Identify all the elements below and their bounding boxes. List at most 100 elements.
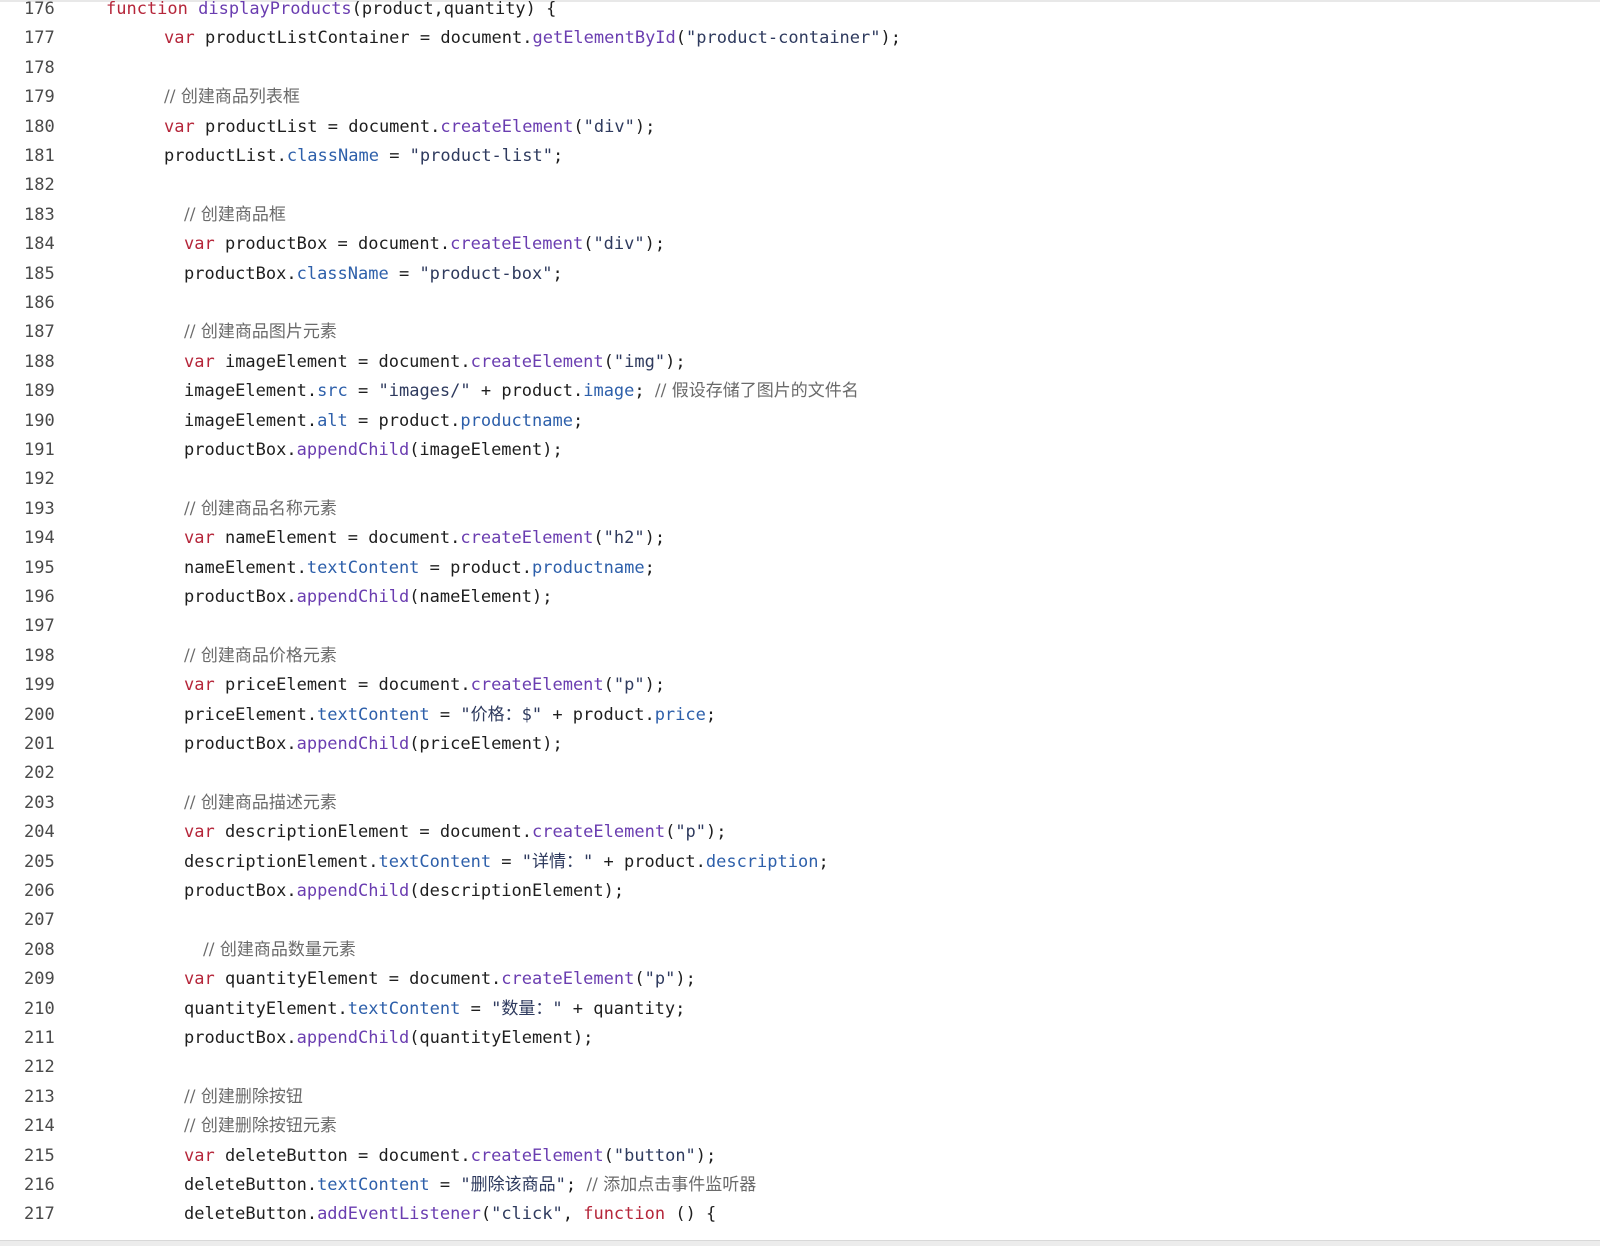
code-token: className [296, 263, 389, 284]
code-line[interactable]: 205 descriptionElement.textContent = "详情：… [0, 847, 1600, 877]
line-code: function displayProducts(product,quantit… [106, 0, 556, 24]
code-editor[interactable]: 176 function displayProducts(product,quan… [0, 0, 1600, 1246]
code-line[interactable]: 183 // 创建商品框 [0, 200, 1600, 230]
line-number: 217 [24, 1204, 55, 1225]
code-token: imageElement. [184, 381, 318, 402]
code-line[interactable]: 185 productBox.className = "product-box"; [0, 259, 1600, 289]
code-line[interactable]: 211 productBox.appendChild(quantityElemen… [0, 1023, 1600, 1053]
code-token: function [106, 0, 188, 19]
code-token: // 创建删除按钮 [184, 1086, 303, 1107]
code-line[interactable]: 197 [0, 611, 1600, 641]
code-token: ( [634, 969, 645, 990]
line-number: 190 [24, 410, 55, 431]
line-number: 198 [24, 645, 55, 666]
code-line[interactable]: 181 productList.className = "product-list… [0, 141, 1600, 171]
code-token: imageElement = document. [214, 351, 471, 372]
code-token: = [388, 263, 420, 284]
code-line[interactable]: 176 function displayProducts(product,quan… [0, 0, 1600, 24]
code-token: "click" [491, 1204, 563, 1225]
code-token: var [184, 234, 215, 255]
code-token: productBox. [184, 881, 297, 901]
code-line[interactable]: 202 [0, 758, 1600, 788]
code-token: + product. [593, 851, 706, 872]
code-line[interactable]: 217 deleteButton.addEventListener("click"… [0, 1199, 1600, 1229]
code-line[interactable]: 210 quantityElement.textContent = "数量：" +… [0, 994, 1600, 1024]
horizontal-scrollbar[interactable] [0, 1240, 1600, 1246]
code-line[interactable]: 216 deleteButton.textContent = "删除该商品"; /… [0, 1170, 1600, 1200]
line-code: var nameElement = document.createElement… [184, 523, 665, 553]
code-line[interactable]: 192 [0, 464, 1600, 494]
code-line[interactable]: 200 priceElement.textContent = "价格：$" + p… [0, 700, 1600, 730]
code-token: "数量：" [491, 998, 563, 1019]
code-line[interactable]: 214 // 创建删除按钮元素 [0, 1111, 1600, 1141]
code-line[interactable]: 187 // 创建商品图片元素 [0, 317, 1600, 347]
line-code: // 创建删除按钮元素 [184, 1111, 337, 1141]
code-token: nameElement = document. [214, 528, 461, 549]
code-token: var [184, 822, 215, 843]
code-line[interactable]: 203 // 创建商品描述元素 [0, 788, 1600, 818]
code-line[interactable]: 189 imageElement.src = "images/" + produc… [0, 376, 1600, 406]
code-line[interactable]: 198 // 创建商品价格元素 [0, 641, 1600, 671]
code-token: src [317, 381, 348, 402]
code-token: var [184, 351, 215, 372]
code-line[interactable]: 193 // 创建商品名称元素 [0, 494, 1600, 524]
code-token: (imageElement); [409, 440, 563, 460]
code-line[interactable]: 204 var descriptionElement = document.cre… [0, 817, 1600, 847]
code-token: "img" [613, 351, 666, 372]
code-line[interactable]: 209 var quantityElement = document.create… [0, 964, 1600, 994]
line-number: 192 [24, 469, 55, 490]
line-number: 207 [24, 910, 55, 931]
code-token: priceElement = document. [214, 675, 471, 696]
code-token: textContent [347, 998, 461, 1019]
code-token: , [562, 1204, 584, 1225]
code-line[interactable]: 206 productBox.appendChild(descriptionEle… [0, 876, 1600, 906]
code-token: var [184, 969, 215, 990]
code-token: createElement [450, 234, 584, 255]
code-line[interactable]: 213 // 创建删除按钮 [0, 1082, 1600, 1112]
code-line[interactable]: 184 var productBox = document.createEleme… [0, 229, 1600, 259]
code-token: deleteButton. [184, 1204, 318, 1225]
code-token: deleteButton. [184, 1175, 318, 1195]
code-line[interactable]: 207 [0, 905, 1600, 935]
code-line[interactable]: 190 imageElement.alt = product.productnam… [0, 406, 1600, 436]
code-line[interactable]: 188 var imageElement = document.createEle… [0, 347, 1600, 377]
code-line[interactable]: 178 [0, 53, 1600, 83]
code-token: "product-container" [686, 28, 881, 49]
code-line[interactable]: 196 productBox.appendChild(nameElement); [0, 582, 1600, 612]
code-line[interactable]: 177 var productListContainer = document.g… [0, 23, 1600, 53]
line-code: var productListContainer = document.getE… [164, 23, 901, 53]
code-line[interactable]: 195 nameElement.textContent = product.pro… [0, 553, 1600, 583]
code-line[interactable]: 215 var deleteButton = document.createEle… [0, 1141, 1600, 1171]
code-line[interactable]: 191 productBox.appendChild(imageElement); [0, 435, 1600, 465]
code-line[interactable]: 208 // 创建商品数量元素 [0, 935, 1600, 965]
code-token: description [705, 851, 819, 872]
line-number: 186 [24, 293, 55, 313]
code-line[interactable]: 180 var productList = document.createElem… [0, 112, 1600, 142]
line-code: quantityElement.textContent = "数量：" + qu… [184, 994, 685, 1024]
line-number: 179 [24, 87, 55, 108]
code-token: "div" [583, 116, 635, 137]
code-line[interactable]: 179 // 创建商品列表框 [0, 82, 1600, 112]
code-token: = [429, 1175, 461, 1195]
code-token: // 创建删除按钮元素 [184, 1116, 337, 1137]
code-token: = [491, 851, 522, 872]
line-code: priceElement.textContent = "价格：$" + prod… [184, 700, 716, 730]
line-code: productList.className = "product-list"; [164, 141, 563, 171]
code-token: textContent [378, 851, 492, 872]
code-token: // 创建商品名称元素 [184, 498, 337, 519]
code-token: // 添加点击事件监听器 [586, 1175, 757, 1195]
code-line[interactable]: 199 var priceElement = document.createEle… [0, 670, 1600, 700]
code-line[interactable]: 182 [0, 170, 1600, 200]
code-line[interactable]: 212 [0, 1052, 1600, 1082]
line-code: productBox.appendChild(descriptionElemen… [184, 876, 624, 906]
code-line[interactable]: 201 productBox.appendChild(priceElement); [0, 729, 1600, 759]
code-token: = [378, 146, 410, 166]
line-number: 176 [24, 0, 55, 19]
code-token: productBox = document. [214, 234, 451, 255]
code-token: "h2" [603, 528, 645, 549]
code-line[interactable]: 194 var nameElement = document.createElem… [0, 523, 1600, 553]
code-token: (descriptionElement); [409, 881, 625, 901]
code-token: productBox. [184, 734, 297, 754]
code-line[interactable]: 186 [0, 288, 1600, 318]
